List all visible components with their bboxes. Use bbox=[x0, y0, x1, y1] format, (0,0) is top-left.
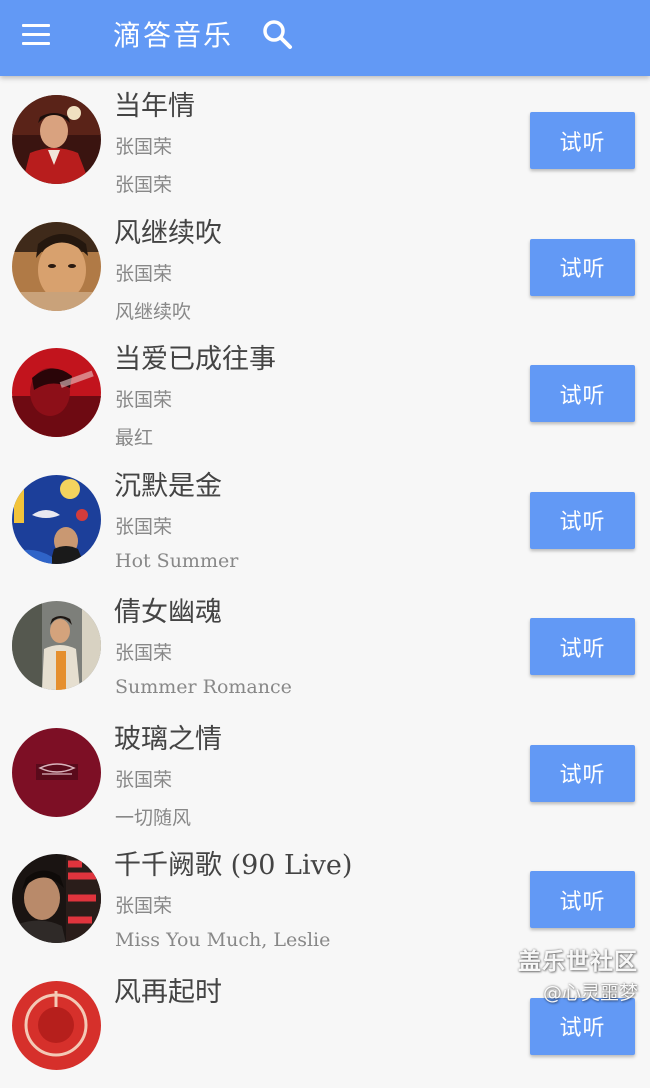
song-artist: 张国荣 bbox=[115, 638, 172, 665]
song-title: 当年情 bbox=[114, 84, 195, 123]
song-artist: 张国荣 bbox=[115, 132, 172, 159]
song-artist: 张国荣 bbox=[115, 765, 172, 792]
play-button[interactable]: 试听 bbox=[530, 492, 635, 549]
song-album: 一切随风 bbox=[115, 803, 191, 830]
song-title: 玻璃之情 bbox=[114, 717, 222, 756]
album-cover bbox=[12, 348, 101, 437]
album-cover bbox=[12, 601, 101, 690]
song-artist: 张国荣 bbox=[115, 891, 172, 918]
app-title: 滴答音乐 bbox=[113, 14, 233, 58]
song-row[interactable]: 风继续吹 张国荣 风继续吹 试听 bbox=[0, 203, 650, 330]
song-row[interactable]: 倩女幽魂 张国荣 Summer Romance 试听 bbox=[0, 582, 650, 709]
song-row[interactable]: 玻璃之情 张国荣 一切随风 试听 bbox=[0, 709, 650, 836]
play-button[interactable]: 试听 bbox=[530, 745, 635, 802]
play-button[interactable]: 试听 bbox=[530, 998, 635, 1055]
album-cover bbox=[12, 222, 101, 311]
search-icon[interactable] bbox=[259, 16, 297, 54]
app-bar: 滴答音乐 bbox=[0, 0, 650, 76]
song-album: 最红 bbox=[115, 423, 153, 450]
song-album: Summer Romance bbox=[115, 676, 292, 698]
song-row[interactable]: 沉默是金 张国荣 Hot Summer 试听 bbox=[0, 456, 650, 583]
album-cover bbox=[12, 728, 101, 817]
song-album: 风继续吹 bbox=[115, 297, 191, 324]
song-album: Hot Summer bbox=[115, 550, 238, 572]
play-button[interactable]: 试听 bbox=[530, 112, 635, 169]
song-list: 当年情 张国荣 张国荣 试听 风继续吹 张国荣 风继续吹 试听 bbox=[0, 76, 650, 1088]
play-button[interactable]: 试听 bbox=[530, 871, 635, 928]
album-cover bbox=[12, 95, 101, 184]
song-album: Miss You Much, Leslie bbox=[115, 929, 330, 951]
watermark-author: @心灵噩梦 bbox=[543, 978, 638, 1005]
song-artist: 张国荣 bbox=[115, 512, 172, 539]
song-artist: 张国荣 bbox=[115, 259, 172, 286]
menu-icon[interactable] bbox=[18, 20, 54, 50]
song-title: 沉默是金 bbox=[114, 464, 222, 503]
album-cover bbox=[12, 981, 101, 1070]
song-row[interactable]: 当爱已成往事 张国荣 最红 试听 bbox=[0, 329, 650, 456]
song-title: 风再起时 bbox=[114, 970, 222, 1009]
play-button[interactable]: 试听 bbox=[530, 239, 635, 296]
play-button[interactable]: 试听 bbox=[530, 618, 635, 675]
album-cover bbox=[12, 854, 101, 943]
album-cover bbox=[12, 475, 101, 564]
play-button[interactable]: 试听 bbox=[530, 365, 635, 422]
watermark-community: 盖乐世社区 bbox=[518, 942, 638, 976]
song-title: 风继续吹 bbox=[114, 211, 222, 250]
song-album: 张国荣 bbox=[115, 170, 172, 197]
song-artist: 张国荣 bbox=[115, 385, 172, 412]
song-title: 千千阙歌 (90 Live) bbox=[114, 843, 352, 882]
song-title: 当爱已成往事 bbox=[114, 337, 276, 376]
song-title: 倩女幽魂 bbox=[114, 590, 222, 629]
song-row[interactable]: 当年情 张国荣 张国荣 试听 bbox=[0, 76, 650, 203]
